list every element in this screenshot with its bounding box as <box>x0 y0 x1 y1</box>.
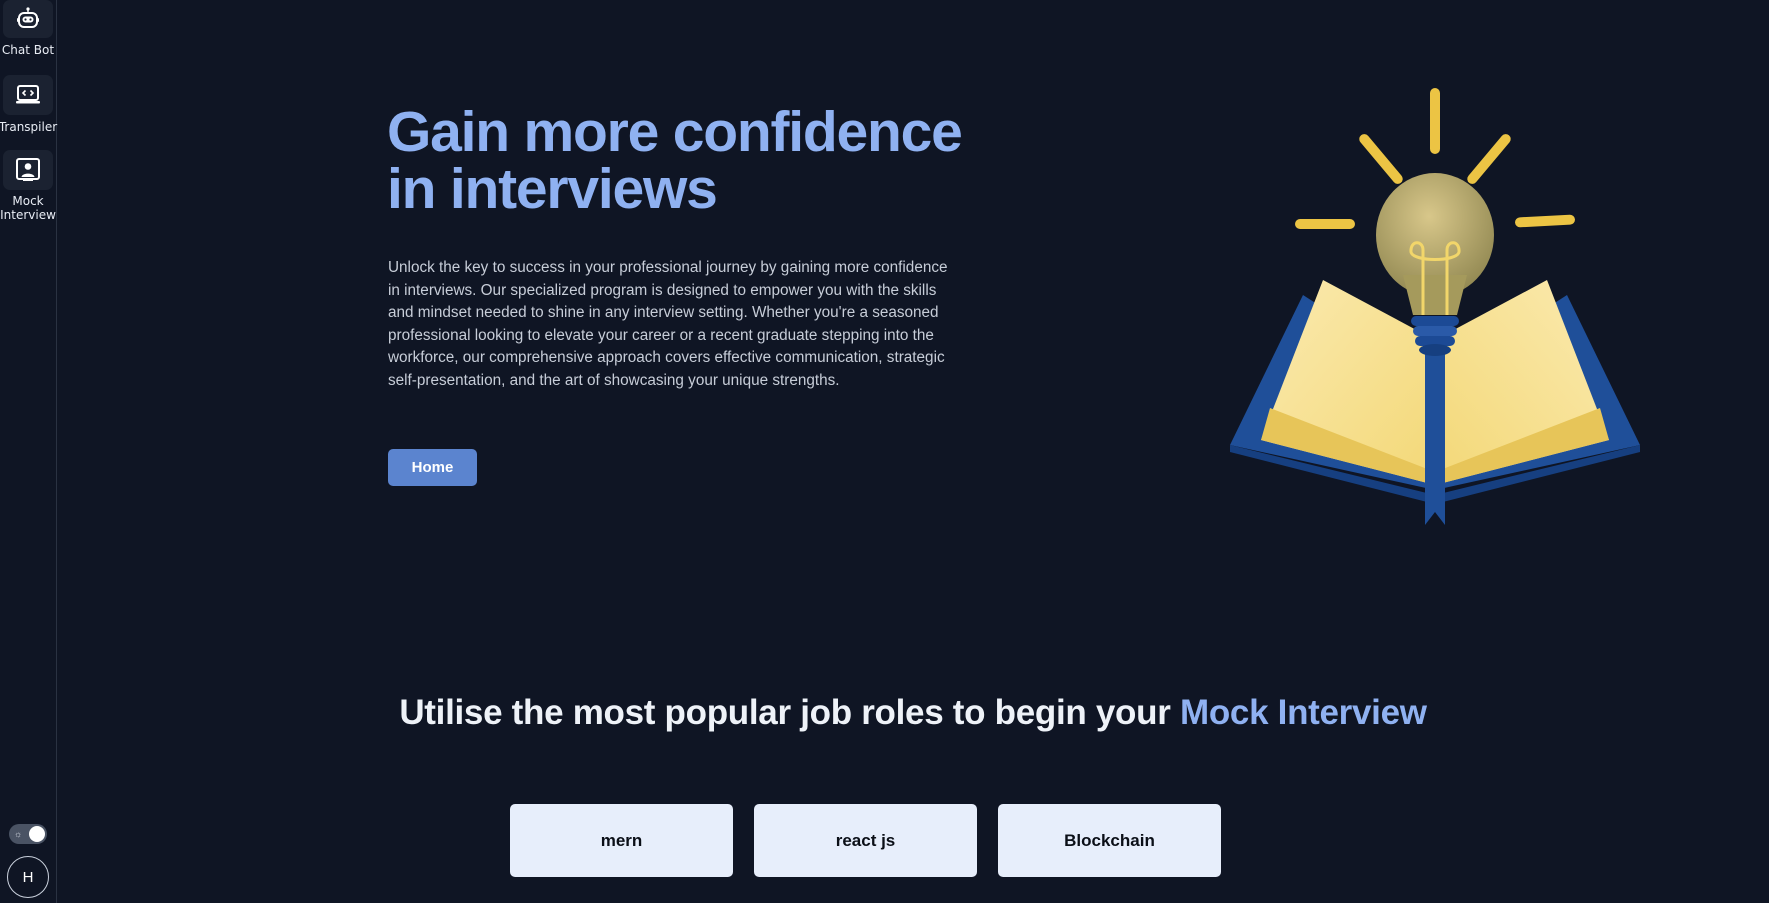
sidebar-item-label: Transpiler <box>0 120 58 134</box>
roles-section-title: Utilise the most popular job roles to be… <box>57 693 1769 733</box>
role-card-mern[interactable]: mern <box>510 804 733 877</box>
roles-title-text: Utilise the most popular job roles to be… <box>399 693 1180 732</box>
toggle-knob <box>29 826 45 842</box>
code-monitor-icon <box>3 75 53 115</box>
lightbulb-book-illustration <box>1225 80 1645 540</box>
hero-description: Unlock the key to success in your profes… <box>388 259 948 389</box>
role-card-react-js[interactable]: react js <box>754 804 977 877</box>
avatar[interactable]: H <box>7 856 49 898</box>
sidebar-item-chat-bot[interactable]: Chat Bot <box>0 0 56 57</box>
sidebar-item-transpiler[interactable]: Transpiler <box>0 75 58 134</box>
sidebar-item-label: Mock Interview <box>0 194 56 222</box>
roles-title-highlight: Mock Interview <box>1179 693 1427 732</box>
role-card-blockchain[interactable]: Blockchain <box>998 804 1221 877</box>
sidebar: Chat Bot Transpiler Mock Interview ☼ H <box>0 0 57 903</box>
robot-icon <box>3 0 53 38</box>
home-button[interactable]: Home <box>388 449 477 486</box>
user-presentation-icon <box>3 150 53 190</box>
theme-toggle[interactable]: ☼ <box>9 824 47 844</box>
sidebar-item-label: Chat Bot <box>1 43 55 57</box>
hero-title: Gain more confidence in interviews <box>387 100 963 221</box>
sidebar-item-mock-interview[interactable]: Mock Interview <box>0 150 56 222</box>
sun-icon: ☼ <box>14 829 23 839</box>
